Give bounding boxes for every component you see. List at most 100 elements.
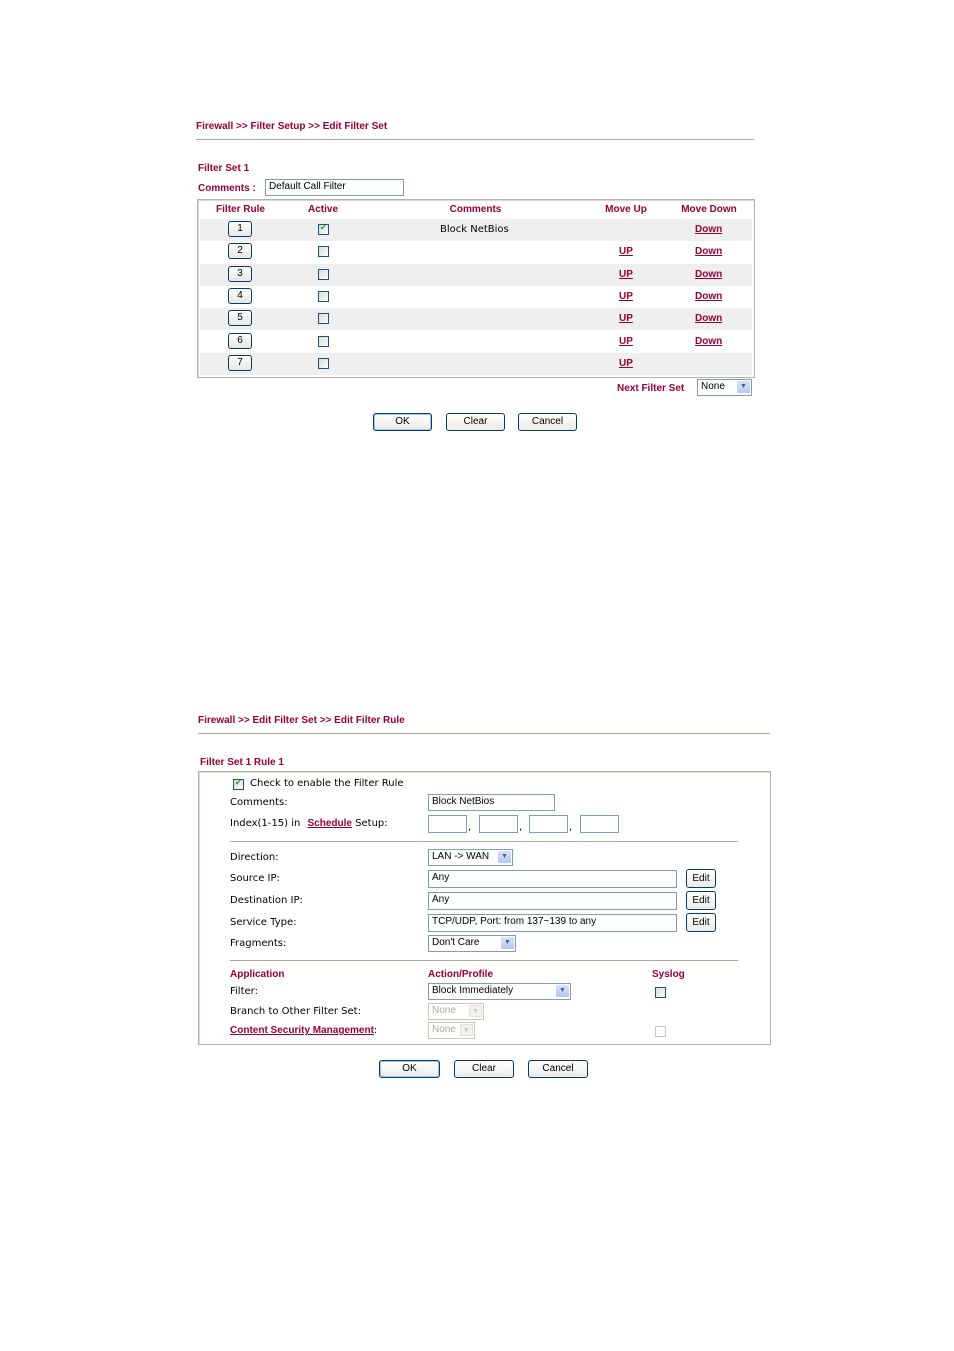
comma-separator: , (519, 822, 523, 833)
move-down-link[interactable]: Down (695, 291, 722, 302)
section-divider (230, 841, 738, 842)
divider (196, 139, 754, 140)
fragments-label: Fragments: (230, 938, 287, 949)
csm-value: None (432, 1024, 456, 1035)
table-row: 6 UP Down (200, 331, 752, 353)
index-label-pre: Index(1-15) in (230, 818, 301, 829)
move-up-link[interactable]: UP (619, 246, 633, 257)
breadcrumb-2: Firewall >> Edit Filter Set >> Edit Filt… (198, 715, 405, 726)
column-header-move-up: Move Up (605, 204, 647, 215)
active-checkbox[interactable] (318, 246, 329, 258)
table-row: 2 UP Down (200, 241, 752, 263)
move-down-link[interactable]: Down (695, 313, 722, 324)
enable-filter-rule-label: Check to enable the Filter Rule (250, 778, 404, 789)
move-up-link[interactable]: UP (619, 269, 633, 280)
rule-comment: Block NetBios (440, 224, 509, 235)
fragments-value: Don't Care (432, 937, 480, 948)
destination-ip-input[interactable]: Any (428, 892, 677, 910)
ok-button[interactable]: OK (373, 413, 432, 431)
next-filter-set-value: None (701, 381, 725, 392)
csm-label-row: Content Security Management: (230, 1025, 377, 1036)
move-down-link[interactable]: Down (695, 246, 722, 257)
direction-label: Direction: (230, 852, 279, 863)
branch-filter-set-select[interactable]: None ▼ (428, 1003, 484, 1020)
comments-label: Comments : (198, 183, 256, 194)
chevron-down-icon: ▼ (737, 381, 750, 393)
comma-separator: , (468, 822, 472, 833)
schedule-index-1-input[interactable] (428, 815, 467, 833)
filter-action-value: Block Immediately (432, 985, 514, 996)
divider (198, 733, 770, 734)
direction-select[interactable]: LAN -> WAN ▼ (428, 849, 513, 866)
filter-rule-button[interactable]: 6 (228, 332, 252, 349)
action-profile-header: Action/Profile (428, 969, 494, 980)
page-title: Filter Set 1 (198, 163, 250, 174)
filter-action-select[interactable]: Block Immediately ▼ (428, 983, 571, 1000)
fragments-select[interactable]: Don't Care ▼ (428, 935, 516, 952)
index-label: Index(1-15) in Schedule Setup: (230, 818, 388, 829)
clear-button[interactable]: Clear (446, 413, 505, 431)
active-checkbox[interactable] (318, 223, 329, 235)
filter-rule-button[interactable]: 7 (228, 354, 252, 371)
rule-title: Filter Set 1 Rule 1 (200, 757, 284, 768)
move-up-link[interactable]: UP (619, 336, 633, 347)
table-row: 1 Block NetBios Down (200, 219, 752, 241)
table-row: 5 UP Down (200, 308, 752, 331)
cancel-button-2[interactable]: Cancel (528, 1060, 588, 1078)
rule-comments-input[interactable]: Block NetBios (428, 794, 555, 811)
service-type-input[interactable]: TCP/UDP, Port: from 137~139 to any (428, 914, 677, 932)
edit-source-ip-button[interactable]: Edit (686, 869, 716, 888)
csm-select[interactable]: None ▼ (428, 1022, 475, 1039)
chevron-down-icon: ▼ (460, 1024, 473, 1036)
source-ip-input[interactable]: Any (428, 870, 677, 888)
ok-button-2[interactable]: OK (379, 1060, 440, 1078)
schedule-link[interactable]: Schedule (308, 818, 352, 829)
move-down-link[interactable]: Down (695, 224, 722, 235)
active-checkbox[interactable] (318, 335, 329, 347)
direction-value: LAN -> WAN (432, 851, 490, 862)
index-label-post: Setup: (355, 818, 388, 829)
active-checkbox[interactable] (318, 290, 329, 302)
filter-syslog-checkbox[interactable] (655, 987, 666, 998)
move-down-link[interactable]: Down (695, 336, 722, 347)
chevron-down-icon: ▼ (498, 851, 511, 863)
next-filter-set-select[interactable]: None ▼ (697, 379, 752, 396)
branch-value: None (432, 1005, 456, 1016)
table-row: 7 UP (200, 352, 752, 375)
comments-input[interactable]: Default Call Filter (265, 179, 404, 196)
source-ip-label: Source IP: (230, 873, 280, 884)
section-divider (230, 960, 738, 961)
column-header-move-down: Move Down (681, 204, 737, 215)
enable-filter-rule-checkbox[interactable] (233, 778, 244, 790)
cancel-button[interactable]: Cancel (518, 413, 577, 431)
move-up-link[interactable]: UP (619, 313, 633, 324)
filter-rule-button[interactable]: 4 (228, 287, 252, 304)
active-checkbox[interactable] (318, 268, 329, 280)
table-row: 3 UP Down (200, 263, 752, 286)
table-row: 4 UP Down (200, 286, 752, 308)
move-down-link[interactable]: Down (695, 269, 722, 280)
edit-destination-ip-button[interactable]: Edit (686, 891, 716, 910)
filter-rule-button[interactable]: 3 (228, 265, 252, 282)
csm-colon: : (373, 1025, 378, 1036)
schedule-index-4-input[interactable] (580, 815, 619, 833)
chevron-down-icon: ▼ (556, 985, 569, 997)
clear-button-2[interactable]: Clear (454, 1060, 514, 1078)
filter-rule-button[interactable]: 5 (228, 310, 252, 327)
comma-separator: , (569, 822, 573, 833)
edit-service-type-button[interactable]: Edit (686, 913, 716, 932)
move-up-link[interactable]: UP (619, 358, 633, 369)
filter-label: Filter: (230, 986, 258, 997)
move-up-link[interactable]: UP (619, 291, 633, 302)
filter-rule-button[interactable]: 2 (228, 243, 252, 260)
csm-syslog-checkbox[interactable] (655, 1026, 666, 1037)
schedule-index-2-input[interactable] (479, 815, 518, 833)
content-security-management-link[interactable]: Content Security Management (230, 1025, 374, 1036)
active-checkbox[interactable] (318, 357, 329, 369)
application-header: Application (230, 969, 285, 980)
column-header-active: Active (307, 204, 338, 215)
branch-label: Branch to Other Filter Set: (230, 1006, 361, 1017)
schedule-index-3-input[interactable] (529, 815, 568, 833)
filter-rule-button[interactable]: 1 (228, 221, 252, 237)
active-checkbox[interactable] (318, 313, 329, 325)
